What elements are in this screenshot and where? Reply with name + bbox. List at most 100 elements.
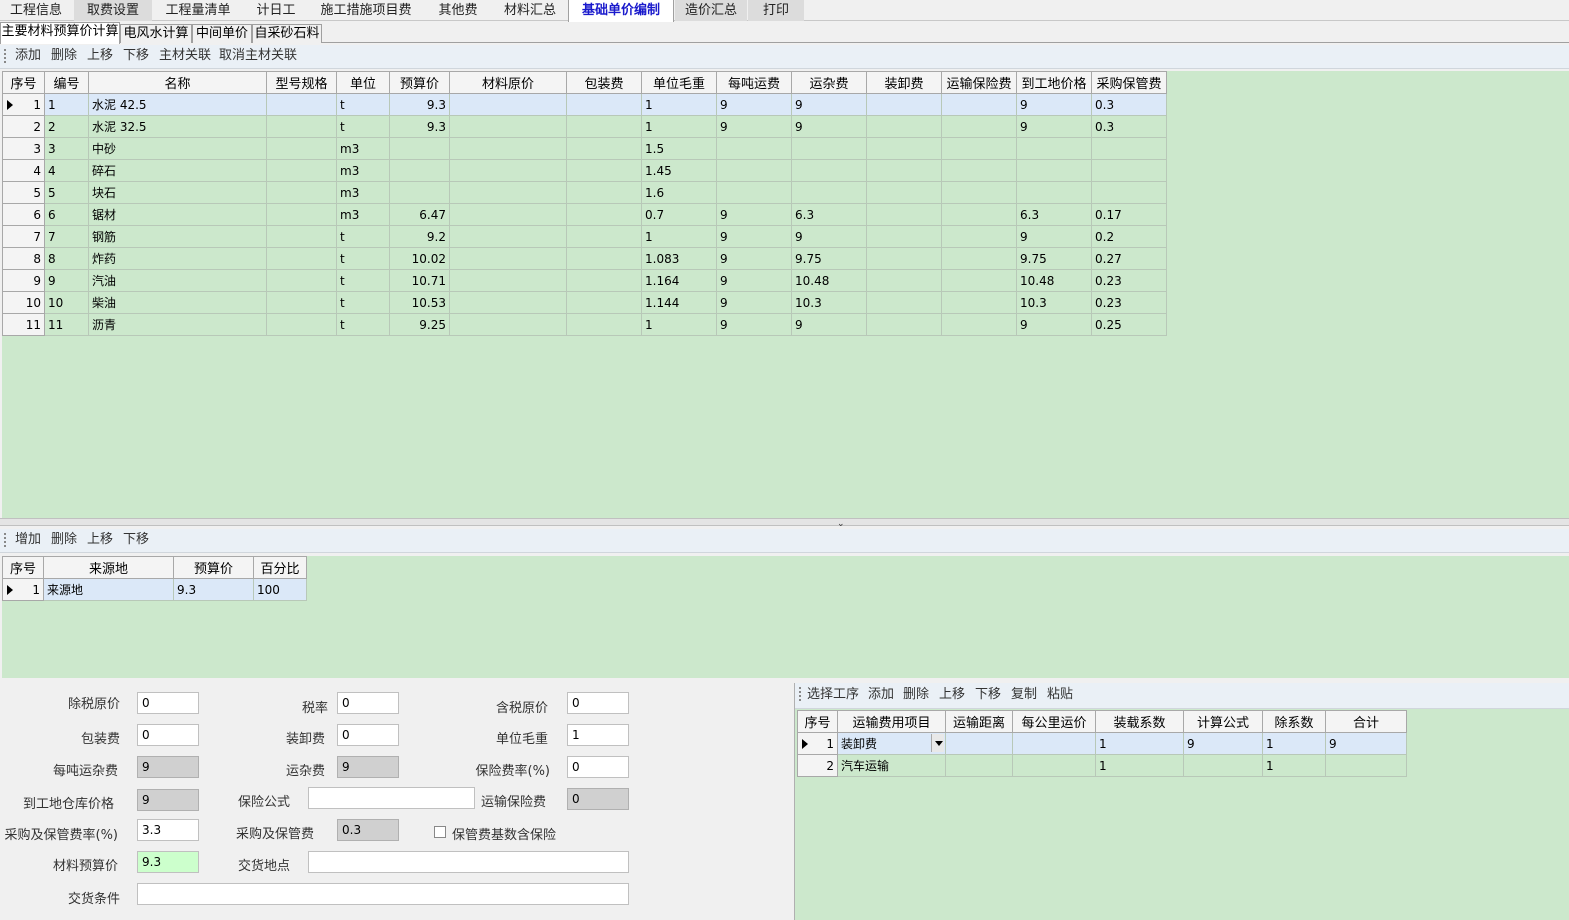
material-cell[interactable]: 1.164 — [641, 269, 717, 292]
material-cell[interactable]: 9.3 — [389, 115, 450, 138]
source-header-3[interactable]: 百分比 — [253, 556, 307, 579]
material-cell[interactable]: 10 — [2, 291, 45, 314]
chevron-down-icon[interactable]: ⌄ — [837, 519, 845, 529]
source-header-0[interactable]: 序号 — [2, 556, 44, 579]
delivery-terms-input[interactable] — [137, 883, 629, 905]
material-cell[interactable] — [1016, 181, 1092, 204]
material-header-13[interactable]: 到工地价格 — [1016, 71, 1092, 94]
material-cell[interactable] — [791, 137, 867, 160]
tab-print[interactable]: 打印 — [748, 0, 804, 21]
material-cell[interactable] — [449, 225, 567, 248]
material-cell[interactable] — [941, 313, 1017, 336]
source-header-2[interactable]: 预算价 — [173, 556, 254, 579]
material-cell[interactable]: 5 — [2, 181, 45, 204]
material-cell[interactable]: t — [336, 291, 390, 314]
subtab-power-wind-water[interactable]: 电风水计算 — [120, 24, 192, 43]
select-process-button[interactable]: 选择工序 — [807, 683, 859, 707]
material-cell[interactable] — [566, 291, 642, 314]
dropdown-arrow-icon[interactable] — [931, 734, 944, 752]
material-cell[interactable]: t — [336, 269, 390, 292]
material-cell[interactable] — [716, 181, 792, 204]
material-cell[interactable] — [866, 291, 942, 314]
material-cell[interactable] — [866, 93, 942, 116]
move-down-button[interactable]: 下移 — [123, 45, 149, 67]
material-cell[interactable] — [266, 269, 337, 292]
material-header-5[interactable]: 预算价 — [389, 71, 450, 94]
material-cell[interactable]: t — [336, 225, 390, 248]
material-cell[interactable]: 9 — [1016, 93, 1092, 116]
transport-header-0[interactable]: 序号 — [797, 710, 838, 733]
storage-rate-input[interactable]: 3.3 — [137, 819, 199, 841]
transport-move-down-button[interactable]: 下移 — [975, 683, 1001, 707]
transport-cell[interactable]: 装卸费 — [837, 732, 946, 755]
material-cell[interactable] — [866, 269, 942, 292]
material-header-10[interactable]: 运杂费 — [791, 71, 867, 94]
material-cell[interactable]: m3 — [336, 203, 390, 226]
material-cell[interactable]: 9 — [791, 225, 867, 248]
transport-move-up-button[interactable]: 上移 — [939, 683, 965, 707]
material-cell[interactable]: 9 — [1016, 225, 1092, 248]
subtab-self-mined-aggregate[interactable]: 自采砂石料 — [252, 24, 322, 43]
material-cell[interactable]: 钢筋 — [88, 225, 267, 248]
material-cell[interactable] — [566, 137, 642, 160]
material-cell[interactable] — [449, 269, 567, 292]
material-cell[interactable]: 9 — [716, 247, 792, 270]
material-cell[interactable] — [449, 93, 567, 116]
transport-header-1[interactable]: 运输费用项目 — [837, 710, 946, 733]
material-cell[interactable]: 水泥 42.5 — [88, 93, 267, 116]
transport-header-3[interactable]: 每公里运价 — [1012, 710, 1096, 733]
material-cell[interactable]: 11 — [44, 313, 89, 336]
material-cell[interactable] — [941, 203, 1017, 226]
material-cell[interactable] — [941, 269, 1017, 292]
transport-cell[interactable]: 1 — [1095, 732, 1184, 755]
transport-delete-button[interactable]: 删除 — [903, 683, 929, 707]
insurance-rate-input[interactable]: 0 — [567, 756, 629, 778]
material-cell[interactable]: 7 — [2, 225, 45, 248]
transport-cell[interactable] — [1325, 754, 1407, 777]
material-cell[interactable]: 1 — [641, 313, 717, 336]
material-cell[interactable] — [266, 137, 337, 160]
material-cell[interactable]: 9 — [716, 291, 792, 314]
material-cell[interactable] — [266, 313, 337, 336]
material-cell[interactable] — [791, 181, 867, 204]
delete-button[interactable]: 删除 — [51, 45, 77, 67]
material-cell[interactable]: 0.2 — [1091, 225, 1167, 248]
subtab-intermediate-price[interactable]: 中间单价 — [192, 24, 252, 43]
material-cell[interactable]: t — [336, 247, 390, 270]
material-cell[interactable] — [1091, 181, 1167, 204]
source-row[interactable]: 1 来源地 9.3 100 — [2, 578, 307, 601]
tab-base-unit-price[interactable]: 基础单价编制 — [568, 0, 674, 22]
transport-cell[interactable] — [1183, 754, 1263, 777]
material-cell[interactable]: 9 — [716, 225, 792, 248]
material-cell[interactable] — [566, 181, 642, 204]
material-row[interactable]: 5 5 块石 m3 1.6 — [2, 181, 1167, 204]
transport-cell[interactable]: 1 — [1262, 732, 1326, 755]
material-cell[interactable]: 0.3 — [1091, 93, 1167, 116]
material-cell[interactable]: 5 — [44, 181, 89, 204]
material-cell[interactable]: 9 — [791, 93, 867, 116]
material-cell[interactable] — [389, 159, 450, 182]
material-cell[interactable]: 块石 — [88, 181, 267, 204]
material-cell[interactable]: 10.53 — [389, 291, 450, 314]
material-cell[interactable] — [941, 93, 1017, 116]
material-header-11[interactable]: 装卸费 — [866, 71, 942, 94]
material-cell[interactable] — [716, 159, 792, 182]
material-cell[interactable] — [566, 115, 642, 138]
material-cell[interactable]: 4 — [2, 159, 45, 182]
material-cell[interactable]: 0.25 — [1091, 313, 1167, 336]
material-cell[interactable]: 9 — [716, 313, 792, 336]
material-cell[interactable] — [941, 247, 1017, 270]
transport-add-button[interactable]: 添加 — [868, 683, 894, 707]
transport-cell[interactable]: 1 — [797, 732, 838, 755]
unit-weight-input[interactable]: 1 — [567, 724, 629, 746]
material-cell[interactable] — [449, 247, 567, 270]
material-cell[interactable] — [941, 225, 1017, 248]
material-cell[interactable]: 1.6 — [641, 181, 717, 204]
material-cell[interactable]: 9 — [716, 93, 792, 116]
material-row[interactable]: 2 2 水泥 32.5 t 9.3 1 9 9 9 0.3 — [2, 115, 1167, 138]
material-cell[interactable] — [1091, 137, 1167, 160]
source-cell[interactable]: 1 — [2, 578, 44, 601]
transport-cell[interactable]: 9 — [1325, 732, 1407, 755]
link-main-material-button[interactable]: 主材关联 — [159, 45, 211, 67]
material-cell[interactable]: 1.083 — [641, 247, 717, 270]
